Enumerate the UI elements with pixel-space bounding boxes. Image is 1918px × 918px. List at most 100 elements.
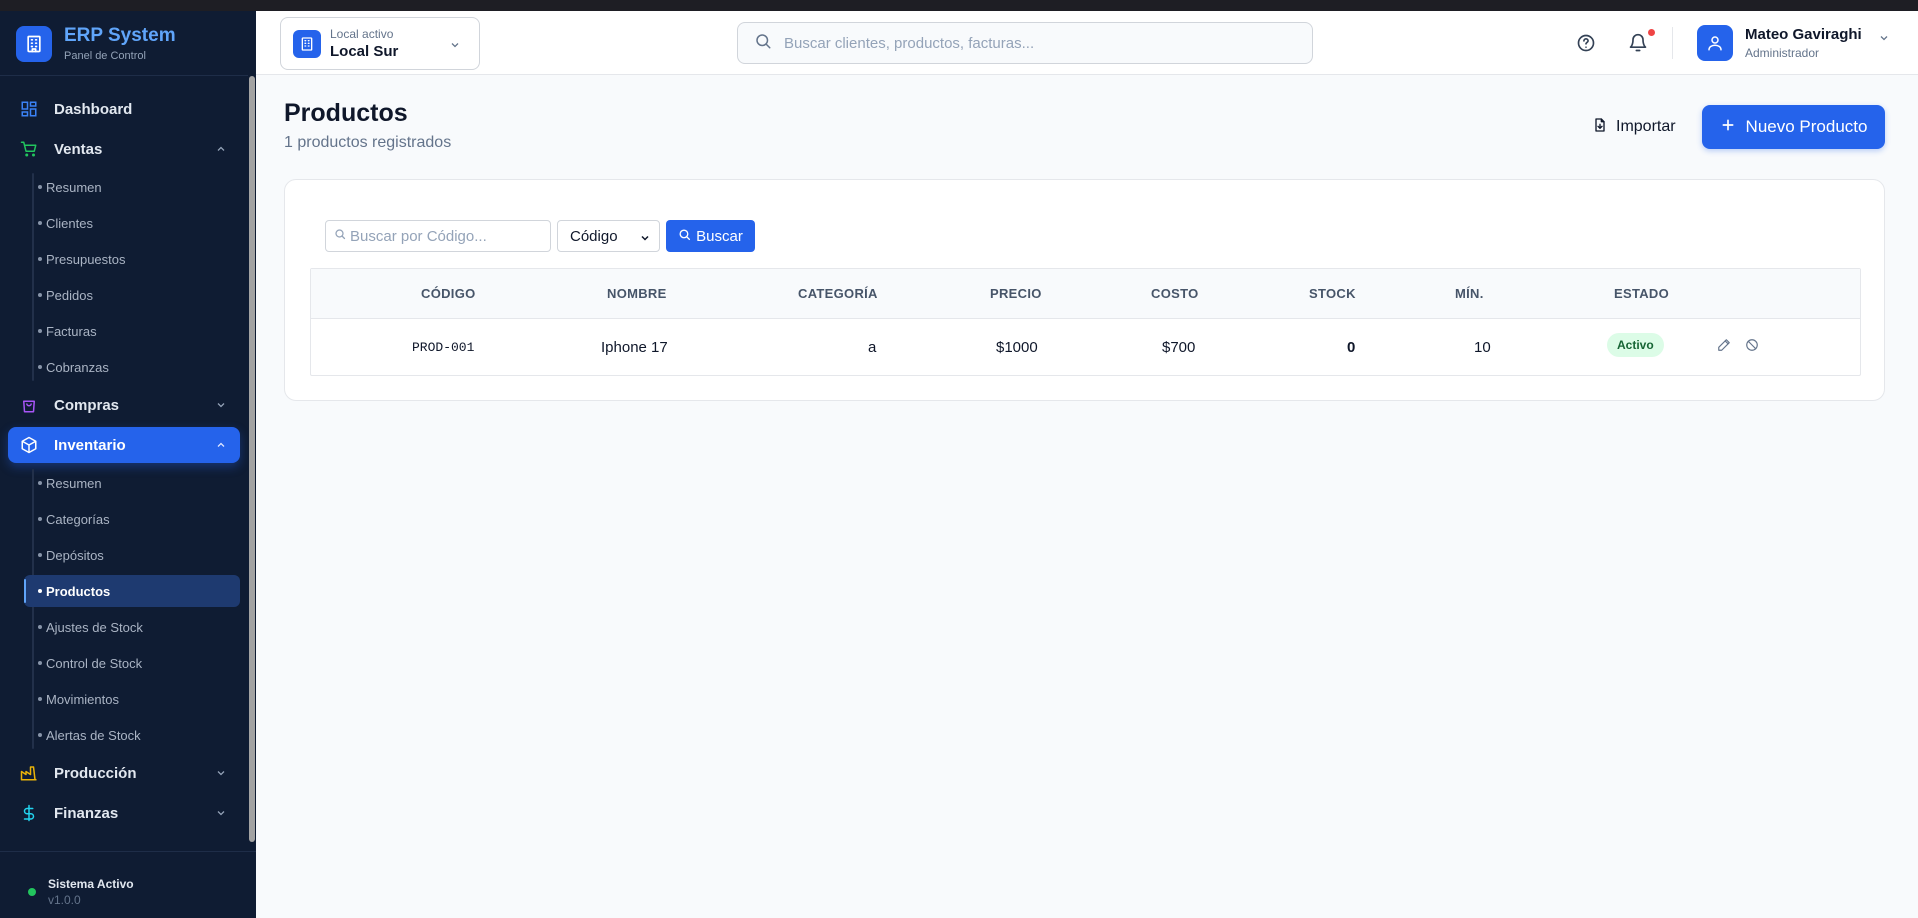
global-search[interactable] [737, 22, 1313, 64]
submenu-item-depositos[interactable]: Depósitos [24, 539, 240, 571]
submenu-item-alertas-de-stock[interactable]: Alertas de Stock [24, 719, 240, 751]
sidebar-item-dashboard[interactable]: Dashboard [8, 91, 240, 127]
submenu-ventas: Resumen Clientes Presupuestos Pedidos Fa… [24, 171, 240, 383]
chevron-down-icon [639, 231, 651, 248]
user-name: Mateo Gaviraghi [1745, 26, 1862, 43]
dollar-icon [20, 804, 38, 822]
code-search-field[interactable] [325, 220, 551, 252]
chevron-down-icon [449, 38, 461, 56]
bullet-dot [38, 625, 42, 629]
window-top-strip [0, 0, 1918, 11]
submenu-item-movimientos[interactable]: Movimientos [24, 683, 240, 715]
sidebar-item-inventario[interactable]: Inventario [8, 427, 240, 463]
sidebar-scrollbar-thumb[interactable] [249, 76, 255, 842]
submenu-item-clientes[interactable]: Clientes [24, 207, 240, 239]
page-subtitle: 1 productos registrados [284, 134, 452, 151]
column-header-precio[interactable]: PRECIO [990, 286, 1042, 301]
sidebar-item-finanzas[interactable]: Finanzas [8, 795, 240, 831]
bullet-dot [38, 733, 42, 737]
submenu-item-label: Pedidos [46, 287, 93, 303]
user-avatar-icon [1697, 25, 1733, 61]
submenu-item-label: Cobranzas [46, 359, 109, 375]
cart-icon [20, 140, 38, 158]
column-header-costo[interactable]: COSTO [1151, 286, 1199, 301]
code-search-input[interactable] [350, 227, 540, 245]
submenu-inventario: Resumen Categorías Depósitos Productos A… [24, 467, 240, 751]
divider [1672, 27, 1673, 59]
search-icon [754, 32, 772, 55]
import-button[interactable]: Importar [1580, 104, 1688, 150]
submenu-item-label: Resumen [46, 179, 102, 195]
dashboard-grid-icon [20, 100, 38, 118]
divider [0, 75, 256, 76]
products-card: Código Buscar CÓDIGO NOMBRE CATEGORÍA PR… [284, 179, 1885, 401]
sidebar-item-ventas[interactable]: Ventas [8, 131, 240, 167]
submenu-item-cobranzas[interactable]: Cobranzas [24, 351, 240, 383]
user-menu[interactable]: Mateo Gaviraghi Administrador [1697, 25, 1890, 61]
submenu-item-productos[interactable]: Productos [24, 575, 240, 607]
submenu-item-label: Control de Stock [46, 655, 143, 671]
bullet-dot [38, 329, 42, 333]
cell-costo: $700 [1162, 339, 1196, 356]
cell-nombre: Iphone 17 [601, 339, 668, 356]
factory-icon [20, 764, 38, 782]
sidebar-item-label: Inventario [54, 436, 126, 454]
column-header-stock[interactable]: STOCK [1309, 286, 1356, 301]
bullet-dot [38, 185, 42, 189]
building-logo-icon [16, 25, 52, 62]
submenu-item-label: Ajustes de Stock [46, 619, 143, 635]
submenu-item-label: Categorías [46, 511, 110, 527]
top-header: Local activo Local Sur Mateo Gaviraghi A… [256, 11, 1918, 75]
edit-pencil-icon[interactable] [1716, 337, 1732, 353]
help-icon[interactable] [1574, 31, 1598, 55]
submenu-item-label: Movimientos [46, 691, 119, 707]
bullet-dot [38, 365, 42, 369]
brand-title: ERP System [64, 25, 176, 46]
sidebar-item-label: Compras [54, 396, 120, 414]
submenu-item-label: Depósitos [46, 547, 104, 563]
submenu-item-presupuestos[interactable]: Presupuestos [24, 243, 240, 275]
bullet-dot [38, 697, 42, 701]
bullet-dot [38, 481, 42, 485]
chevron-down-icon [1878, 31, 1890, 49]
new-product-button[interactable]: Nuevo Producto [1702, 105, 1885, 149]
submenu-item-resumen[interactable]: Resumen [24, 171, 240, 203]
chevron-down-icon [214, 398, 228, 412]
sidebar-item-compras[interactable]: Compras [8, 387, 240, 423]
bullet-dot [38, 661, 42, 665]
import-button-label: Importar [1616, 118, 1676, 135]
submenu-item-categorias[interactable]: Categorías [24, 503, 240, 535]
bullet-dot [38, 589, 42, 593]
submenu-item-ajustes-de-stock[interactable]: Ajustes de Stock [24, 611, 240, 643]
brand[interactable]: ERP System Panel de Control [16, 25, 176, 62]
submenu-item-facturas[interactable]: Facturas [24, 315, 240, 347]
column-header-codigo[interactable]: CÓDIGO [421, 286, 476, 301]
bell-icon[interactable] [1626, 31, 1650, 55]
system-version: v1.0.0 [48, 893, 81, 907]
submenu-item-pedidos[interactable]: Pedidos [24, 279, 240, 311]
sidebar-item-produccion[interactable]: Producción [8, 755, 240, 791]
system-status-label: Sistema Activo [48, 877, 134, 891]
cell-min: 10 [1474, 339, 1491, 356]
local-selector[interactable]: Local activo Local Sur [280, 17, 480, 70]
submenu-item-label: Facturas [46, 323, 97, 339]
column-header-estado[interactable]: ESTADO [1614, 286, 1669, 301]
submenu-item-label: Productos [46, 583, 111, 599]
deactivate-ban-icon[interactable] [1744, 337, 1760, 353]
chevron-up-icon [214, 438, 228, 452]
global-search-input[interactable] [784, 34, 1284, 52]
new-product-button-label: Nuevo Producto [1745, 117, 1868, 136]
system-status: Sistema Activo v1.0.0 [28, 877, 134, 907]
column-header-categoria[interactable]: CATEGORÍA [798, 286, 878, 301]
submenu-item-label: Alertas de Stock [46, 727, 141, 743]
search-button[interactable]: Buscar [666, 220, 755, 252]
column-header-min[interactable]: MÍN. [1455, 286, 1484, 301]
sidebar-item-label: Ventas [54, 140, 103, 158]
local-caption: Local activo [330, 27, 394, 41]
box-icon [20, 436, 38, 454]
search-field-select[interactable]: Código [557, 220, 660, 252]
column-header-nombre[interactable]: NOMBRE [607, 286, 667, 301]
submenu-item-resumen[interactable]: Resumen [24, 467, 240, 499]
submenu-item-control-de-stock[interactable]: Control de Stock [24, 647, 240, 679]
file-import-icon [1592, 117, 1608, 138]
